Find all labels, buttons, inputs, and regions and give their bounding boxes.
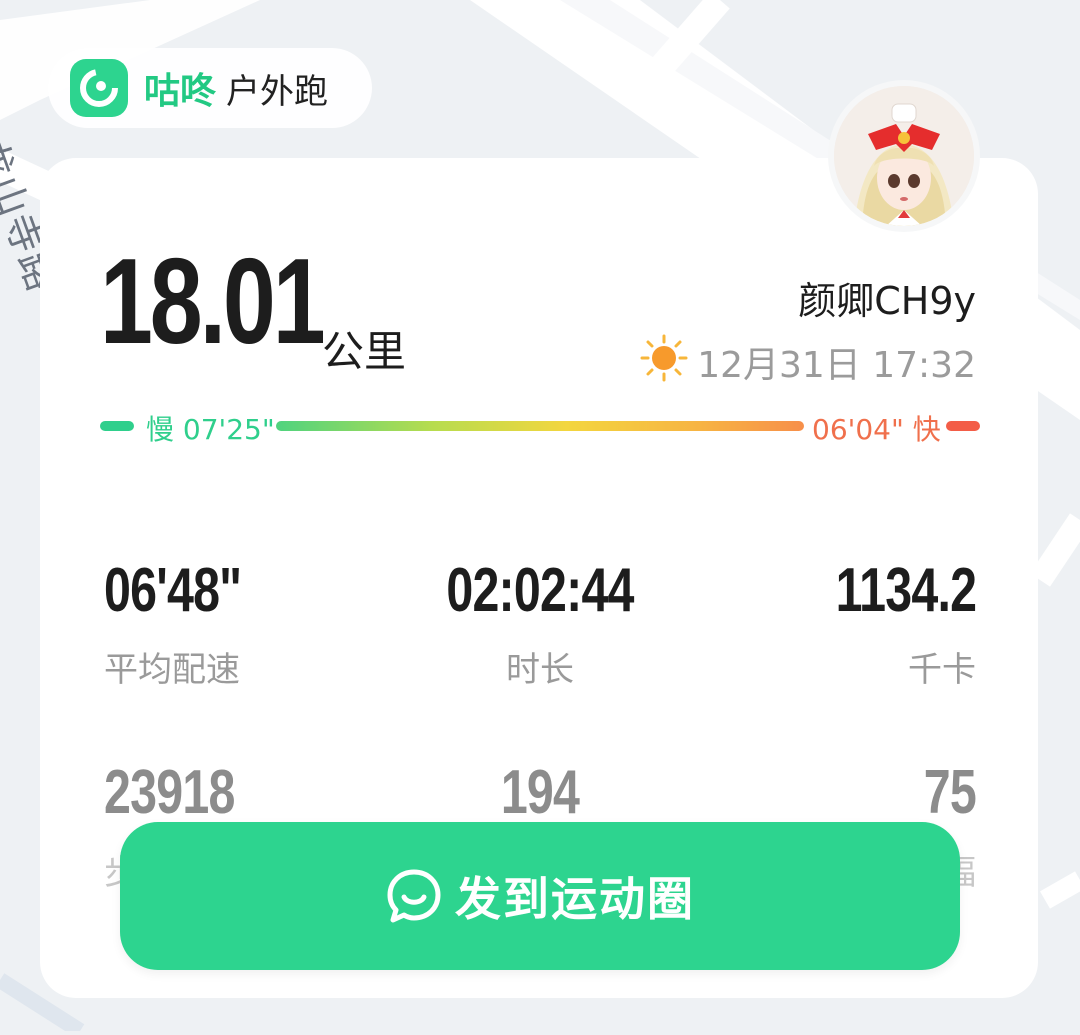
chat-smile-icon: [387, 869, 441, 923]
app-brand-badge: 咕咚 户外跑: [48, 48, 372, 128]
sun-icon: [640, 334, 688, 382]
steps-value: 23918: [104, 758, 235, 827]
share-to-feed-label: 发到运动圈: [455, 872, 695, 926]
avg-pace-value: 06'48": [104, 556, 242, 625]
cadence-value: 194: [500, 758, 580, 827]
pace-fast-marker: [946, 421, 980, 431]
avatar[interactable]: [828, 80, 980, 232]
pace-gradient-bar: [276, 421, 804, 431]
pace-slow-label: 慢 07'25": [146, 413, 275, 446]
activity-type: 户外跑: [226, 71, 329, 112]
distance-value: 18.01: [100, 233, 326, 369]
distance-unit: 公里: [322, 327, 407, 376]
brand-name: 咕咚: [144, 71, 217, 112]
calories-value: 1134.2: [835, 556, 976, 625]
share-to-feed-button[interactable]: 发到运动圈: [120, 822, 960, 970]
duration-value: 02:02:44: [446, 556, 634, 625]
activity-datetime: 12月31日 17:32: [697, 345, 976, 386]
avg-pace-label: 平均配速: [104, 650, 240, 690]
pace-fast-label: 06'04" 快: [812, 413, 941, 446]
username: 颜卿CH9y: [798, 279, 976, 323]
pace-slow-marker: [100, 421, 134, 431]
calories-label: 千卡: [908, 650, 976, 690]
duration-label: 时长: [506, 650, 574, 690]
stride-value: 75: [923, 758, 977, 827]
codoon-logo-icon: [70, 59, 128, 117]
avatar-image: [834, 86, 974, 226]
